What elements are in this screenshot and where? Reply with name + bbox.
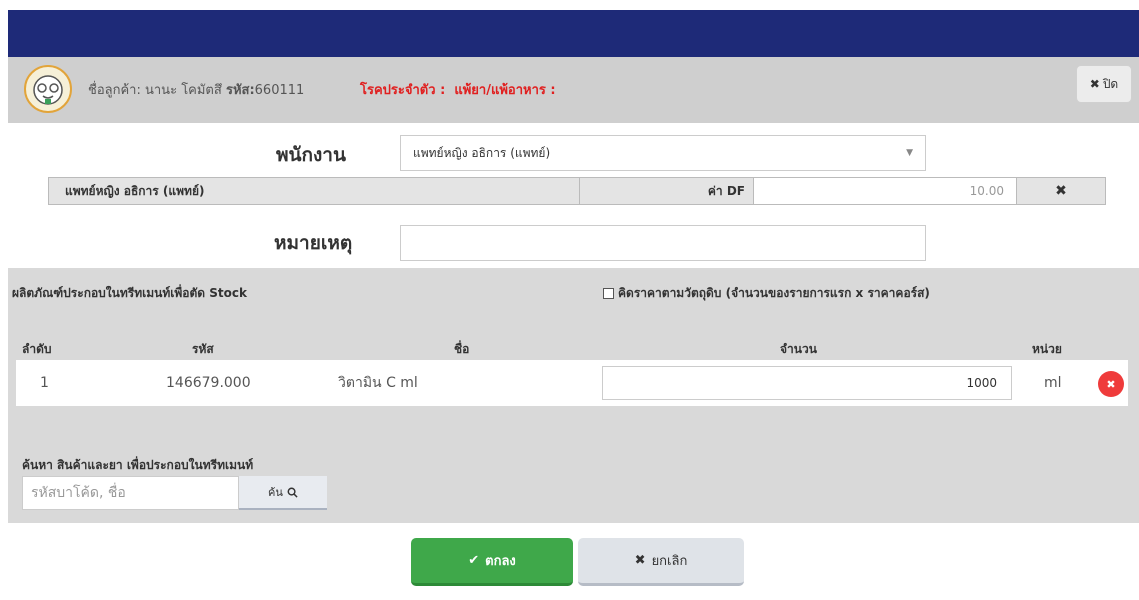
note-input[interactable] [400,225,926,261]
customer-code-label: รหัส: [225,83,255,98]
chevron-down-icon: ▼ [906,148,913,158]
column-header-qty: จำนวน [780,342,817,356]
disease-label: โรคประจำตัว : [360,83,446,98]
row-code: 146679.000 [166,375,251,391]
stock-panel: ผลิตภัณฑ์ประกอบในทรีทเมนท์เพื่อตัด Stock… [8,268,1139,523]
allergy-label: แพ้ยา/แพ้อาหาร : [454,83,556,98]
ok-label: ตกลง [485,554,516,569]
row-no: 1 [40,375,49,391]
ok-button[interactable]: ✔ ตกลง [411,538,573,586]
row-qty-input[interactable]: 1000 [602,366,1012,400]
staff-label: พนักงาน [276,144,346,166]
df-staff-name: แพทย์หญิง อธิการ (แพทย์) [65,183,205,198]
row-name: วิตามิน C ml [338,375,418,391]
staff-select[interactable]: แพทย์หญิง อธิการ (แพทย์) ▼ [400,135,926,171]
customer-header: ชื่อลูกค้า: นานะ โคมัตสึ รหัส:660111 โรค… [8,57,1139,123]
column-header-no: ลำดับ [22,342,52,356]
column-header-unit: หน่วย [1032,342,1062,356]
close-icon: ✖ [634,553,646,568]
close-button[interactable]: ✖ ปิด [1076,65,1132,103]
stock-title: ผลิตภัณฑ์ประกอบในทรีทเมนท์เพื่อตัด Stock [12,286,247,300]
staff-selected-value: แพทย์หญิง อธิการ (แพทย์) [413,145,551,160]
table-row: 1 146679.000 วิตามิน C ml 1000 ml ✖ [16,360,1128,406]
column-header-code: รหัส [192,342,214,356]
customer-avatar [24,65,72,113]
cancel-button[interactable]: ✖ ยกเลิก [578,538,744,586]
top-navigation-bar [8,10,1139,57]
customer-name: นานะ โคมัตสึ [145,83,222,98]
search-title: ค้นหา สินค้าและยา เพื่อประกอบในทรีทเมนท์ [22,458,254,472]
search-icon [287,487,298,498]
delete-row-button[interactable]: ✖ [1098,371,1124,397]
search-button[interactable]: ค้น [239,476,327,510]
search-input[interactable]: รหัสบาโค้ด, ชื่อ [22,476,239,510]
customer-info: ชื่อลูกค้า: นานะ โคมัตสึ รหัส:660111 [88,79,304,100]
avatar-icon [33,75,63,105]
search-button-label: ค้น [268,486,283,499]
close-icon: ✖ [1089,77,1100,91]
remove-df-button[interactable]: ✖ [1017,178,1105,204]
customer-name-label: ชื่อลูกค้า: [88,83,141,98]
disease-info: โรคประจำตัว : แพ้ยา/แพ้อาหาร : [360,79,556,100]
close-icon: ✖ [1055,183,1067,199]
checkbox-icon [603,288,614,299]
check-icon: ✔ [468,553,480,568]
close-icon: ✖ [1106,377,1116,391]
customer-code: 660111 [254,83,305,98]
calc-by-material-checkbox[interactable]: คิดราคาตามวัตถุดิบ (จำนวนของรายการแรก x … [603,284,930,303]
cancel-label: ยกเลิก [651,554,688,569]
note-label: หมายเหตุ [274,232,353,254]
df-label: ค่า DF [579,178,753,204]
close-label: ปิด [1102,76,1119,91]
calc-checkbox-label: คิดราคาตามวัตถุดิบ (จำนวนของรายการแรก x … [618,286,930,300]
column-header-name: ชื่อ [454,342,470,356]
df-value-input[interactable]: 10.00 [753,178,1017,204]
row-unit: ml [1044,375,1062,391]
df-row: แพทย์หญิง อธิการ (แพทย์) ค่า DF 10.00 ✖ [48,177,1106,205]
